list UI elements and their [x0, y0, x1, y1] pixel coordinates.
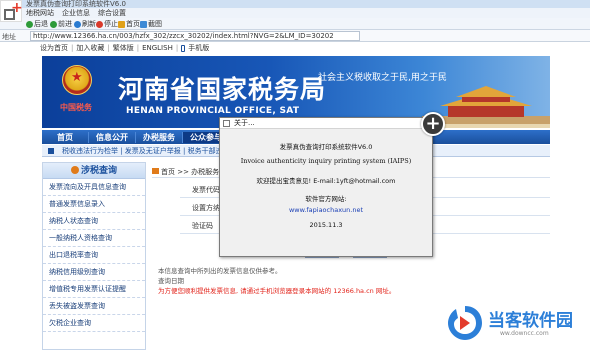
- set-homepage-link[interactable]: 设为首页: [40, 43, 68, 53]
- sidebar-header: 涉税查询: [43, 163, 145, 179]
- site-title: 河南省国家税务局: [118, 75, 327, 104]
- notice-text: 本信息查询中所列出的发票信息仅供参考。 查询日期 为方便您顺利提供发票信息, 请…: [158, 266, 438, 296]
- refresh-icon: [74, 20, 81, 28]
- english-link[interactable]: ENGLISH: [142, 44, 173, 52]
- sidebar-item-credit-level[interactable]: 纳税信用级别查询: [43, 264, 145, 281]
- divider: |: [107, 44, 110, 52]
- release-date: 2015.11.3: [309, 221, 343, 229]
- plus-icon: +: [11, 0, 23, 16]
- site-top-nav: 设为首页 | 加入收藏 | 繁体版 | ENGLISH | 手机版: [40, 42, 560, 54]
- forward-button[interactable]: 前进: [50, 19, 72, 29]
- square-icon: [48, 148, 54, 154]
- website-link[interactable]: www.fapiaochaxun.net: [220, 206, 432, 214]
- sidebar-item-export-rate[interactable]: 出口退税率查询: [43, 247, 145, 264]
- notice-line-red: 为方便您顺利提供发票信息, 请通过手机浏览器登录本网站的 12366.ha.cn…: [158, 287, 396, 295]
- site-subtitle: HENAN PROVINCIAL OFFICE, SAT: [126, 106, 300, 116]
- notice-line-2: 查询日期: [158, 277, 184, 285]
- sidebar: 涉税查询 发票流向及开具信息查询 普通发票信息录入 纳税人状态查询 一般纳税人资…: [42, 162, 146, 350]
- add-favorite-link[interactable]: 加入收藏: [76, 43, 104, 53]
- app-icon: [223, 120, 230, 127]
- stop-button[interactable]: 停止: [96, 19, 118, 29]
- emblem-caption: 中国税务: [60, 102, 92, 112]
- screenshot-icon: [140, 20, 147, 28]
- refresh-label: 刷新: [82, 20, 96, 28]
- nav-home[interactable]: 首页: [42, 131, 89, 143]
- website-label: 软件官方网站:: [305, 195, 347, 203]
- product-name-cn: 发票真伪查询打印系统软件V6.0: [279, 143, 373, 151]
- address-label: 地址: [2, 33, 16, 41]
- browser-toolbar: 后退 前进 刷新 停止 首页 截图: [0, 18, 590, 30]
- sidebar-item-invoice-entry[interactable]: 普通发票信息录入: [43, 196, 145, 213]
- screenshot-label: 截图: [148, 20, 162, 28]
- address-bar: 地址 http://www.12366.ha.cn/003/hzfx_302/z…: [0, 30, 590, 42]
- home-icon: [118, 20, 125, 28]
- watermark: 当客软件园 ww.downcc.com: [442, 302, 590, 350]
- mobile-link[interactable]: 手机版: [188, 43, 209, 53]
- back-label: 后退: [34, 20, 48, 28]
- stop-icon: [96, 20, 103, 28]
- site-slogan: 社会主义税收取之于民,用之于民: [318, 73, 447, 83]
- watermark-sub: ww.downcc.com: [500, 330, 549, 337]
- home-icon: [152, 168, 159, 174]
- nav-tax-service[interactable]: 办税服务: [136, 131, 183, 143]
- dialog-body: 发票真伪查询打印系统软件V6.0 Invoice authenticity in…: [220, 129, 432, 257]
- screenshot-button[interactable]: 截图: [140, 19, 162, 29]
- menu-bar: 地税网站 企业信息 综合设置: [0, 8, 590, 18]
- national-emblem-icon: ★: [62, 65, 92, 95]
- product-name-en: Invoice authenticity inquiry printing sy…: [240, 157, 412, 165]
- watermark-logo-icon: [448, 306, 482, 340]
- sub-nav-links[interactable]: 税收违法行为检举 | 发票及无证户举报 | 税务干部违纪举报: [62, 147, 244, 155]
- forward-label: 前进: [58, 20, 72, 28]
- forward-arrow-icon: [50, 20, 57, 28]
- sidebar-title: 涉税查询: [80, 166, 117, 176]
- sidebar-item-taxpayer-status[interactable]: 纳税人状态查询: [43, 213, 145, 230]
- sidebar-item-general-taxpayer[interactable]: 一般纳税人资格查询: [43, 230, 145, 247]
- app-logo-icon: +: [0, 0, 23, 22]
- home-button[interactable]: 首页: [118, 19, 140, 29]
- home-label: 首页: [126, 20, 140, 28]
- menu-item-company-info[interactable]: 企业信息: [62, 8, 90, 18]
- search-icon: [70, 166, 79, 174]
- phone-icon: [181, 44, 186, 52]
- sidebar-item-tax-arrears[interactable]: 欠税企业查询: [43, 315, 145, 332]
- contact-email: 欢迎提出宝贵意见! E-mail:1yft@hotmail.com: [256, 177, 396, 185]
- watermark-text: 当客软件园: [488, 311, 573, 331]
- divider: |: [136, 44, 140, 52]
- sidebar-item-vat-reminder[interactable]: 增值税专用发票认证提醒: [43, 281, 145, 298]
- address-input[interactable]: http://www.12366.ha.cn/003/hzfx_302/zzcx…: [30, 31, 360, 41]
- sidebar-item-lost-invoice[interactable]: 丢失被盗发票查询: [43, 298, 145, 315]
- about-dialog: 关于... 发票真伪查询打印系统软件V6.0 Invoice authentic…: [219, 117, 433, 257]
- divider: |: [71, 44, 74, 52]
- menu-item-settings[interactable]: 综合设置: [98, 8, 126, 18]
- back-button[interactable]: 后退: [26, 19, 48, 29]
- notice-line-1: 本信息查询中所列出的发票信息仅供参考。: [158, 267, 282, 275]
- traditional-link[interactable]: 繁体版: [113, 43, 134, 53]
- menu-item-tax-site[interactable]: 地税网站: [26, 8, 54, 18]
- nav-info-public[interactable]: 信息公开: [89, 131, 136, 143]
- back-arrow-icon: [26, 20, 33, 28]
- dialog-titlebar: 关于...: [220, 118, 432, 129]
- stop-label: 停止: [104, 20, 118, 28]
- divider: |: [175, 44, 179, 52]
- add-icon[interactable]: +: [421, 112, 445, 136]
- window-titlebar: 发票真伪查询打印系统软件V6.0: [0, 0, 590, 8]
- star-icon: ★: [71, 70, 83, 85]
- refresh-button[interactable]: 刷新: [74, 19, 96, 29]
- dialog-title: 关于...: [234, 119, 255, 127]
- sidebar-item-invoice-flow[interactable]: 发票流向及开具信息查询: [43, 179, 145, 196]
